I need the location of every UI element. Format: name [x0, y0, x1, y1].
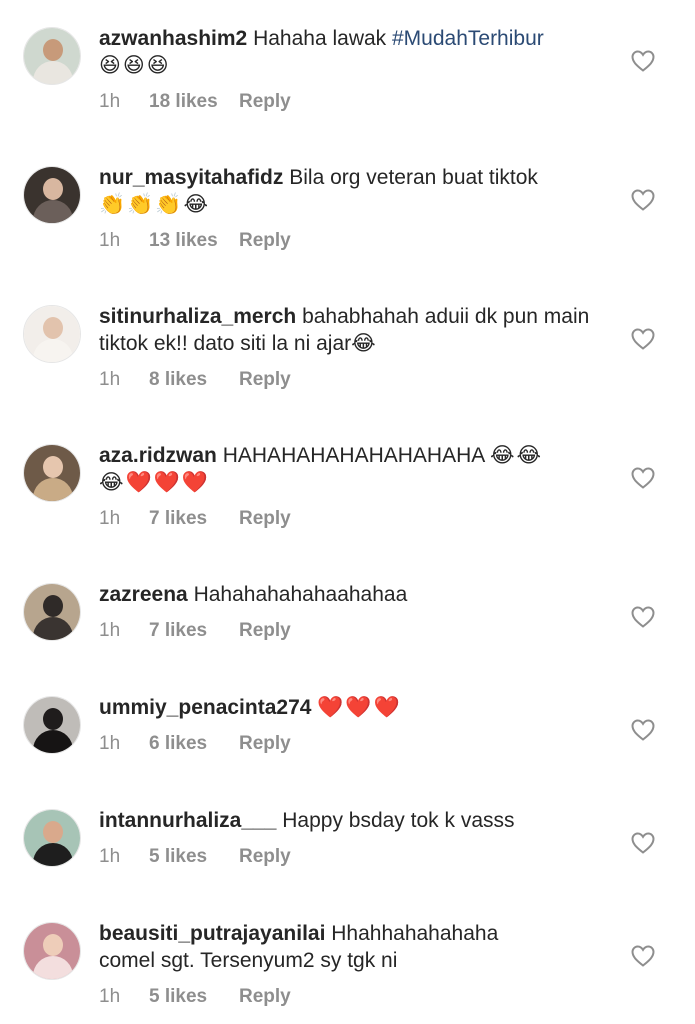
reply-button[interactable]: Reply [239, 733, 291, 755]
hashtag-link[interactable]: #MudahTerhibur [392, 27, 544, 50]
like-heart-icon[interactable] [631, 945, 655, 967]
avatar-face [43, 39, 63, 61]
comment-username[interactable]: ummiy_penacinta274 [99, 696, 311, 719]
comments-list: azwanhashim2 Hahaha lawak #MudahTerhibur… [0, 0, 695, 1024]
like-heart-icon[interactable] [631, 328, 655, 350]
comment-meta: 1h 5 likes Reply [99, 846, 291, 868]
avatar[interactable] [23, 444, 81, 502]
comment-emojis-line2: 😂❤️❤️❤️ [99, 470, 210, 494]
comment-emojis: 😂 [351, 331, 378, 355]
like-heart-icon[interactable] [631, 189, 655, 211]
likes-count[interactable]: 8 likes [149, 369, 239, 391]
comment-username[interactable]: zazreena [99, 583, 188, 606]
reply-button[interactable]: Reply [239, 91, 291, 113]
comment-time: 1h [99, 230, 121, 251]
likes-count[interactable]: 6 likes [149, 733, 239, 755]
avatar[interactable] [23, 583, 81, 641]
avatar[interactable] [23, 166, 81, 224]
reply-button[interactable]: Reply [239, 620, 291, 642]
comment-text: aza.ridzwan HAHAHAHAHAHAHAHAHA 😂😂 😂❤️❤️❤… [99, 442, 599, 496]
comment-meta: 1h 18 likes Reply [99, 91, 291, 113]
comment-meta: 1h 8 likes Reply [99, 369, 291, 391]
comment-emojis: ❤️❤️❤️ [317, 695, 402, 719]
comment-time: 1h [99, 91, 121, 112]
comment-text: sitinurhaliza_merch bahabhahah aduii dk … [99, 303, 591, 357]
comment-username[interactable]: aza.ridzwan [99, 444, 217, 467]
comment-emojis: 😂😂 [489, 443, 544, 467]
avatar[interactable] [23, 305, 81, 363]
comment-text: azwanhashim2 Hahaha lawak #MudahTerhibur… [99, 25, 599, 79]
comment-meta: 1h 13 likes Reply [99, 230, 291, 252]
reply-button[interactable]: Reply [239, 230, 291, 252]
comment-username[interactable]: beausiti_putrajayanilai [99, 922, 325, 945]
comment-text: ummiy_penacinta274 ❤️❤️❤️ [99, 694, 599, 721]
reply-button[interactable]: Reply [239, 508, 291, 530]
comment-time: 1h [99, 620, 121, 641]
avatar[interactable] [23, 27, 81, 85]
reply-button[interactable]: Reply [239, 846, 291, 868]
avatar[interactable] [23, 696, 81, 754]
avatar-face [43, 708, 63, 730]
comment-meta: 1h 7 likes Reply [99, 620, 291, 642]
comment-text: intannurhaliza___ Happy bsday tok k vass… [99, 807, 599, 834]
likes-count[interactable]: 18 likes [149, 91, 239, 113]
comment-emojis: 😆😆😆 [99, 53, 171, 77]
like-heart-icon[interactable] [631, 467, 655, 489]
comment-meta: 1h 6 likes Reply [99, 733, 291, 755]
comment-time: 1h [99, 508, 121, 529]
like-heart-icon[interactable] [631, 606, 655, 628]
comment-time: 1h [99, 369, 121, 390]
comment-text: zazreena Hahahahahahaahahaa [99, 581, 599, 608]
comment-body: Hahaha lawak [253, 27, 392, 50]
comment-username[interactable]: sitinurhaliza_merch [99, 305, 296, 328]
avatar-face [43, 317, 63, 339]
likes-count[interactable]: 7 likes [149, 620, 239, 642]
comment-username[interactable]: intannurhaliza___ [99, 809, 276, 832]
reply-button[interactable]: Reply [239, 986, 291, 1008]
comment-body: Happy bsday tok k vasss [282, 809, 515, 832]
comment-body: HAHAHAHAHAHAHAHAHA [222, 444, 490, 467]
avatar[interactable] [23, 922, 81, 980]
like-heart-icon[interactable] [631, 719, 655, 741]
comment-text: nur_masyitahafidz Bila org veteran buat … [99, 164, 599, 218]
likes-count[interactable]: 5 likes [149, 846, 239, 868]
comment-username[interactable]: nur_masyitahafidz [99, 166, 283, 189]
comment-text: beausiti_putrajayanilai Hhahhahahahaha c… [99, 920, 549, 974]
comment-emojis: 👏👏👏😂 [99, 192, 210, 216]
comment-time: 1h [99, 846, 121, 867]
avatar-face [43, 456, 63, 478]
comment-time: 1h [99, 733, 121, 754]
reply-button[interactable]: Reply [239, 369, 291, 391]
like-heart-icon[interactable] [631, 50, 655, 72]
comment-body: Hahahahahahaahahaa [193, 583, 408, 606]
comment-time: 1h [99, 986, 121, 1007]
avatar-face [43, 934, 63, 956]
likes-count[interactable]: 13 likes [149, 230, 239, 252]
comment-username[interactable]: azwanhashim2 [99, 27, 247, 50]
comment-body: Bila org veteran buat tiktok [289, 166, 538, 189]
comment-meta: 1h 5 likes Reply [99, 986, 291, 1008]
like-heart-icon[interactable] [631, 832, 655, 854]
likes-count[interactable]: 5 likes [149, 986, 239, 1008]
comment-meta: 1h 7 likes Reply [99, 508, 291, 530]
avatar-face [43, 595, 63, 617]
avatar-face [43, 178, 63, 200]
likes-count[interactable]: 7 likes [149, 508, 239, 530]
avatar[interactable] [23, 809, 81, 867]
avatar-face [43, 821, 63, 843]
